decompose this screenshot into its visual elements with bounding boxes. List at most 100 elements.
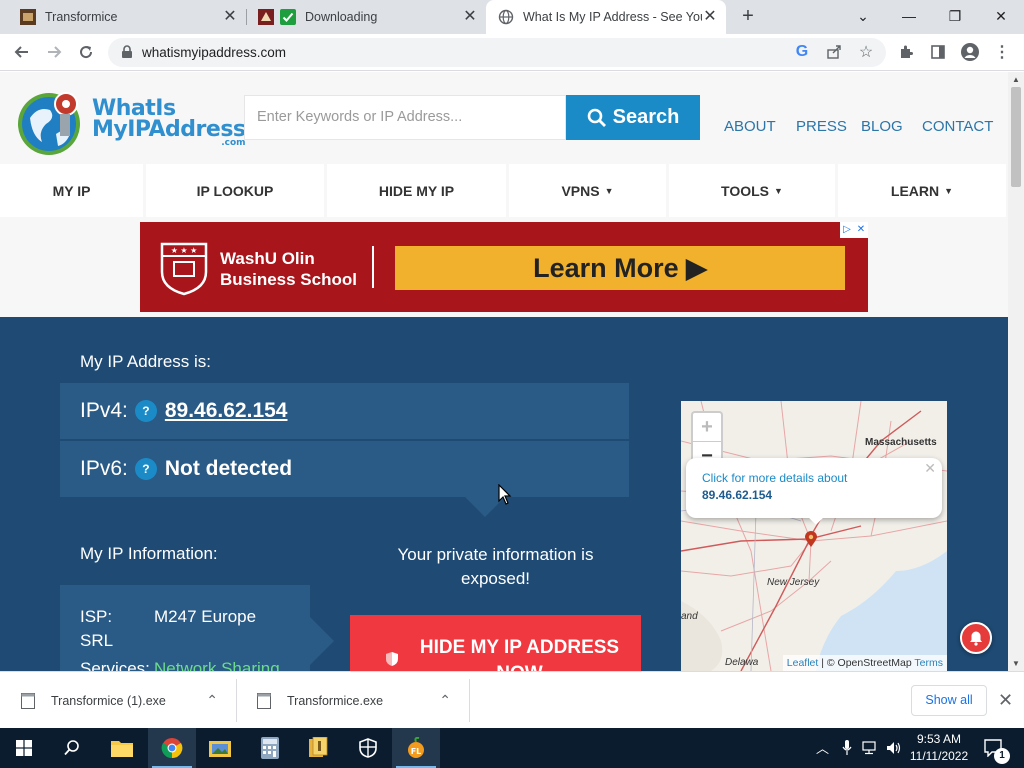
chevron-up-icon[interactable]: ⌃ bbox=[206, 692, 218, 709]
back-icon[interactable] bbox=[12, 42, 32, 62]
tray-overflow-chevron-icon[interactable]: ︿ bbox=[816, 738, 829, 757]
image-folder-icon bbox=[209, 741, 231, 757]
show-all-button[interactable]: Show all bbox=[911, 685, 987, 716]
action-center-button[interactable]: 1 bbox=[980, 728, 1024, 768]
popup-ip[interactable]: 89.46.62.154 bbox=[702, 487, 847, 504]
adchoices-icon[interactable]: ▷ bbox=[840, 222, 854, 238]
chrome-app[interactable] bbox=[148, 728, 196, 768]
services-value[interactable]: Network Sharing bbox=[154, 659, 280, 671]
minimize-icon[interactable]: — bbox=[886, 0, 932, 32]
logo-line-2: MyIPAddress bbox=[92, 117, 246, 142]
microphone-icon[interactable] bbox=[842, 740, 852, 756]
tab-transformice[interactable]: Transformice ✕ bbox=[0, 0, 246, 34]
ipv6-row: IPv6: ? Not detected bbox=[60, 441, 629, 497]
start-button[interactable] bbox=[0, 728, 48, 768]
close-icon[interactable]: ✕ bbox=[998, 690, 1013, 711]
ad-close-icon[interactable]: ✕ bbox=[854, 222, 868, 238]
address-bar[interactable]: whatismyipaddress.com bbox=[108, 38, 886, 67]
new-tab-icon[interactable]: + bbox=[738, 6, 758, 26]
toplink-about[interactable]: ABOUT bbox=[724, 118, 776, 135]
scroll-down-icon[interactable]: ▼ bbox=[1012, 659, 1020, 668]
nav-ip-lookup[interactable]: IP LOOKUP bbox=[146, 164, 324, 217]
osm-link[interactable]: OpenStreetMap bbox=[838, 657, 912, 669]
scrollbar-thumb[interactable] bbox=[1011, 87, 1021, 187]
google-icon[interactable]: G bbox=[792, 42, 812, 62]
download-item[interactable]: Transformice (1).exe ⌃ bbox=[0, 672, 236, 729]
share-icon[interactable] bbox=[824, 42, 844, 62]
adchoices-badge[interactable]: ▷ ✕ bbox=[840, 222, 868, 238]
close-icon[interactable]: ✕ bbox=[222, 9, 238, 25]
info-box-pointer bbox=[310, 617, 334, 665]
notification-bell-button[interactable] bbox=[960, 622, 992, 654]
hide-my-ip-button[interactable]: HIDE MY IP ADDRESS NOW bbox=[350, 615, 641, 671]
nav-label: LEARN bbox=[890, 182, 940, 199]
zoom-in-button[interactable]: + bbox=[693, 413, 721, 442]
download-item[interactable]: Transformice.exe ⌃ bbox=[236, 672, 469, 729]
fl-studio-app[interactable]: FL bbox=[392, 728, 440, 768]
washu-shield-logo: ★ ★ ★ bbox=[160, 242, 208, 296]
restore-icon[interactable]: ❐ bbox=[932, 0, 978, 32]
archive-app[interactable] bbox=[294, 728, 342, 768]
site-header: WhatIs MyIPAddress .com Enter Keywords o… bbox=[0, 72, 1008, 164]
extensions-icon[interactable] bbox=[896, 42, 916, 62]
tab-whatismyip[interactable]: What Is My IP Address - See Your ✕ bbox=[486, 0, 726, 34]
scroll-up-icon[interactable]: ▲ bbox=[1012, 75, 1020, 84]
nav-learn[interactable]: LEARN ▼ bbox=[838, 164, 1006, 217]
file-icon bbox=[21, 692, 35, 709]
clock-time[interactable]: 9:53 AM bbox=[906, 732, 972, 746]
side-panel-icon[interactable] bbox=[928, 42, 948, 62]
nav-label: MY IP bbox=[52, 182, 91, 199]
advertisement-banner[interactable]: ★ ★ ★ WashU Olin Business School Learn M… bbox=[140, 222, 868, 312]
toplink-blog[interactable]: BLOG bbox=[861, 118, 903, 135]
security-app[interactable] bbox=[344, 728, 392, 768]
window-close-icon[interactable]: ✕ bbox=[978, 0, 1024, 32]
network-icon[interactable] bbox=[862, 741, 880, 755]
tab-downloading[interactable]: Downloading ✕ bbox=[238, 0, 486, 34]
toplink-contact[interactable]: CONTACT bbox=[922, 118, 993, 135]
browser-tab-strip: Transformice ✕ Downloading ✕ What Is My … bbox=[0, 0, 1024, 34]
taskbar-search-button[interactable] bbox=[48, 728, 96, 768]
ad-learn-more-button[interactable]: Learn More ▶ bbox=[395, 246, 845, 290]
nav-label: VPNS bbox=[561, 182, 600, 199]
terms-link[interactable]: Terms bbox=[914, 657, 943, 669]
site-logo[interactable]: WhatIs MyIPAddress .com bbox=[16, 88, 246, 160]
leaflet-link[interactable]: Leaflet bbox=[787, 657, 819, 669]
nav-hide-my-ip[interactable]: HIDE MY IP bbox=[327, 164, 506, 217]
map-popup[interactable]: Click for more details about 89.46.62.15… bbox=[686, 458, 942, 518]
map-label-massachusetts: Massachusetts bbox=[865, 437, 937, 448]
file-explorer-app[interactable] bbox=[98, 728, 146, 768]
close-icon[interactable]: ✕ bbox=[462, 9, 478, 25]
globe-logo-icon bbox=[18, 92, 80, 155]
menu-kebab-icon[interactable]: ⋮ bbox=[992, 42, 1012, 62]
bookmark-star-icon[interactable]: ☆ bbox=[856, 42, 876, 62]
notification-count-badge: 1 bbox=[994, 748, 1010, 764]
close-icon[interactable]: ✕ bbox=[702, 9, 718, 25]
popup-close-icon[interactable]: ✕ bbox=[924, 460, 936, 477]
nav-my-ip[interactable]: MY IP bbox=[0, 164, 143, 217]
forward-icon[interactable] bbox=[44, 42, 64, 62]
reload-icon[interactable] bbox=[76, 42, 96, 62]
nav-tools[interactable]: TOOLS ▼ bbox=[669, 164, 835, 217]
clock-date[interactable]: 11/11/2022 bbox=[906, 749, 972, 763]
volume-icon[interactable] bbox=[886, 741, 902, 755]
caret-down-icon: ▼ bbox=[944, 185, 954, 196]
profile-avatar-icon[interactable] bbox=[960, 42, 980, 62]
isp-value-line1: M247 Europe bbox=[154, 607, 257, 626]
nav-vpns[interactable]: VPNS ▼ bbox=[509, 164, 666, 217]
ad-school-name: WashU Olin Business School bbox=[220, 248, 357, 290]
page-scrollbar[interactable]: ▲ ▼ bbox=[1008, 72, 1024, 671]
tab-search-chevron-icon[interactable]: ⌄ bbox=[840, 0, 886, 32]
ipv4-value[interactable]: 89.46.62.154 bbox=[165, 399, 288, 423]
calculator-app[interactable] bbox=[246, 728, 294, 768]
map-marker-icon[interactable] bbox=[805, 531, 817, 547]
search-button[interactable]: Search bbox=[566, 95, 700, 140]
toplink-press[interactable]: PRESS bbox=[796, 118, 847, 135]
search-input[interactable]: Enter Keywords or IP Address... bbox=[244, 95, 566, 140]
hide-button-line2: NOW bbox=[398, 661, 641, 671]
location-map[interactable]: Massachusetts New Jersey and Delawa + − … bbox=[681, 401, 947, 671]
help-icon[interactable]: ? bbox=[134, 400, 157, 422]
photos-app[interactable] bbox=[196, 728, 244, 768]
help-icon[interactable]: ? bbox=[134, 458, 157, 480]
chevron-up-icon[interactable]: ⌃ bbox=[439, 692, 451, 709]
mouse-cursor-icon bbox=[498, 484, 512, 505]
